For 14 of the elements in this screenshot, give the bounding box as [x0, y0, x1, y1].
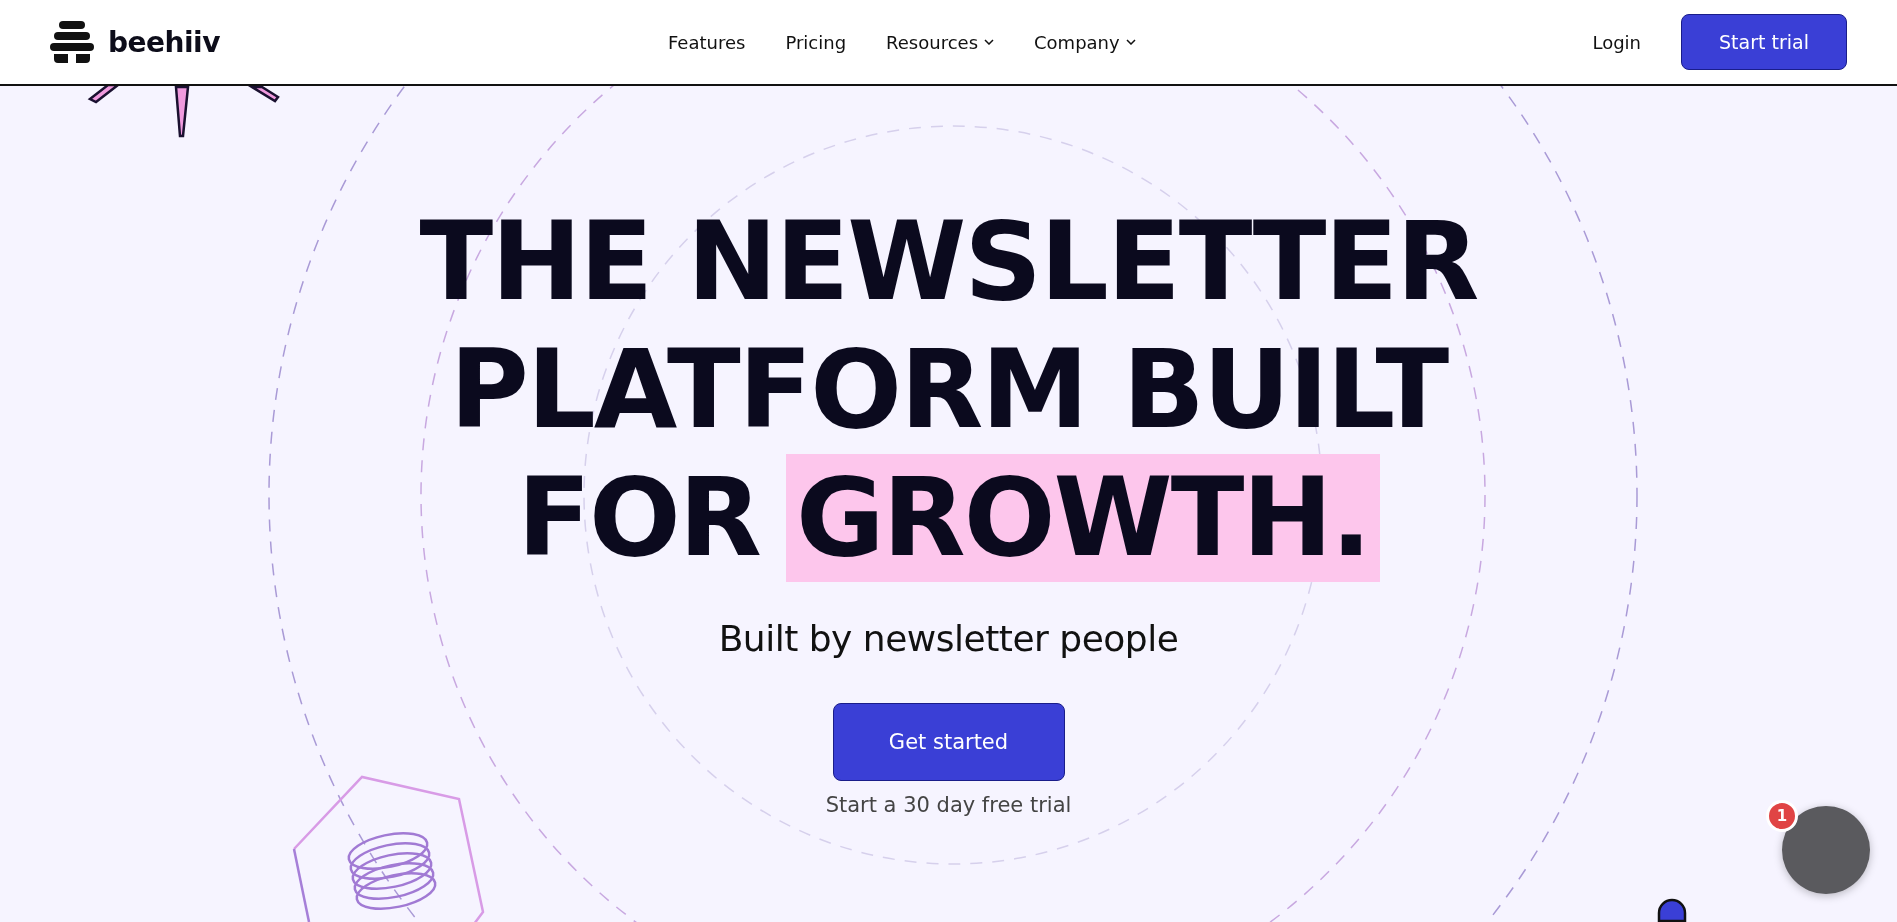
nav-link[interactable]: Company [1034, 31, 1136, 53]
login-link[interactable]: Login [1592, 31, 1641, 53]
logo-wordmark[interactable]: beehiiv [108, 25, 220, 59]
headline: THE NEWSLETTER PLATFORM BUILT FOR GROWTH. [419, 198, 1478, 582]
nav-link[interactable]: Features [668, 31, 746, 53]
subtitle: Built by newsletter people [718, 618, 1179, 659]
get-started-button[interactable]: Get started [832, 703, 1065, 781]
nav-link[interactable]: Resources [886, 31, 994, 53]
pin-drawing [1657, 898, 1687, 922]
trial-note: Start a 30 day free trial [825, 793, 1072, 817]
start-trial-button[interactable]: Start trial [1681, 14, 1847, 70]
beehive-logo-icon[interactable] [50, 21, 94, 63]
nav-link[interactable]: Pricing [785, 31, 847, 53]
notification-badge: 1 [1766, 800, 1798, 832]
